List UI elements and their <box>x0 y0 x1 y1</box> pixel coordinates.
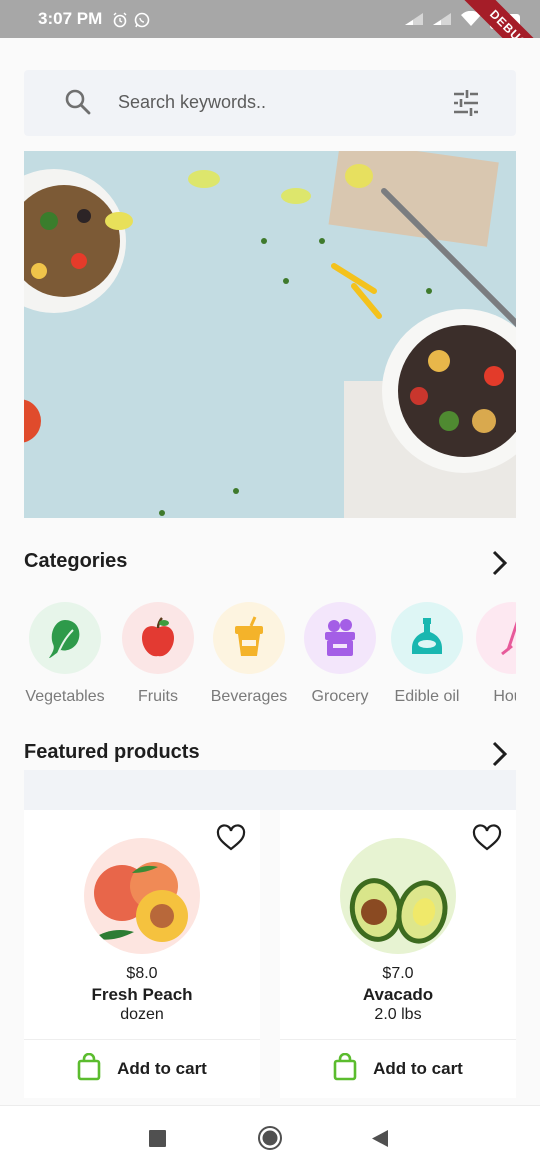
featured-products-title: Featured products <box>24 741 200 763</box>
promo-banner[interactable] <box>24 151 516 518</box>
product-price: $8.0 <box>126 965 158 982</box>
category-vegetables[interactable]: Vegetables <box>24 602 110 706</box>
category-label: Vegetables <box>25 688 105 705</box>
back-button[interactable] <box>371 1129 389 1153</box>
category-label: Grocery <box>311 688 369 705</box>
food-bowls-banner <box>24 151 516 518</box>
product-unit: dozen <box>120 1006 164 1023</box>
heart-icon[interactable] <box>472 824 502 857</box>
categories-title: Categories <box>24 550 128 572</box>
recents-button[interactable] <box>149 1130 166 1152</box>
featured-strip <box>24 770 516 810</box>
product-card[interactable]: $7.0 Avacado 2.0 lbs Add to cart <box>280 810 516 1098</box>
home-button[interactable] <box>257 1125 283 1156</box>
shopping-bag-icon <box>77 1052 101 1086</box>
status-bar: 3:07 PM 92 DEBUG <box>0 0 540 90</box>
search-icon <box>64 88 92 121</box>
add-to-cart-button[interactable]: Add to cart <box>24 1040 260 1098</box>
product-unit: 2.0 lbs <box>374 1006 422 1023</box>
categories-list: Vegetables Fruits Beverages Grocery Edib… <box>24 602 516 712</box>
signal-icon <box>404 12 424 31</box>
add-to-cart-label: Add to cart <box>373 1059 463 1078</box>
whatsapp-icon <box>134 12 150 33</box>
product-name: Avacado <box>362 985 434 1004</box>
search-bar[interactable]: Search keywords.. <box>24 70 516 136</box>
category-label: Fruits <box>138 688 178 705</box>
apple-icon <box>122 602 194 674</box>
search-input[interactable]: Search keywords.. <box>118 92 266 113</box>
category-label: Beverages <box>210 688 288 705</box>
categories-see-all-arrow-icon[interactable] <box>488 549 512 582</box>
drink-cup-icon <box>213 602 285 674</box>
category-label: Edible oil <box>394 688 460 705</box>
system-nav-bar <box>0 1105 540 1171</box>
leafy-greens-icon <box>29 602 101 674</box>
add-to-cart-label: Add to cart <box>117 1059 207 1078</box>
avocado-image <box>340 838 456 954</box>
grocery-box-icon <box>304 602 376 674</box>
category-beverages[interactable]: Beverages <box>204 602 294 706</box>
category-household[interactable]: Hous <box>467 602 516 706</box>
category-fruits[interactable]: Fruits <box>113 602 203 706</box>
category-label: Hous <box>493 688 516 705</box>
filter-sliders-icon[interactable] <box>452 89 480 122</box>
product-price: $7.0 <box>382 965 414 982</box>
product-card[interactable]: $8.0 Fresh Peach dozen Add to cart <box>24 810 260 1098</box>
product-name: Fresh Peach <box>91 985 193 1004</box>
shopping-bag-icon <box>333 1052 357 1086</box>
household-icon <box>476 602 516 674</box>
add-to-cart-button[interactable]: Add to cart <box>280 1040 516 1098</box>
category-edible-oil[interactable]: Edible oil <box>382 602 472 706</box>
category-grocery[interactable]: Grocery <box>295 602 385 706</box>
heart-icon[interactable] <box>216 824 246 857</box>
peach-image <box>84 838 200 954</box>
featured-see-all-arrow-icon[interactable] <box>488 740 512 773</box>
home-screen: Search keywords.. Categories Vegetables … <box>0 38 540 1105</box>
alarm-icon <box>112 12 128 33</box>
oil-bottle-icon <box>391 602 463 674</box>
signal-icon <box>432 12 452 31</box>
status-time: 3:07 PM <box>38 9 103 28</box>
